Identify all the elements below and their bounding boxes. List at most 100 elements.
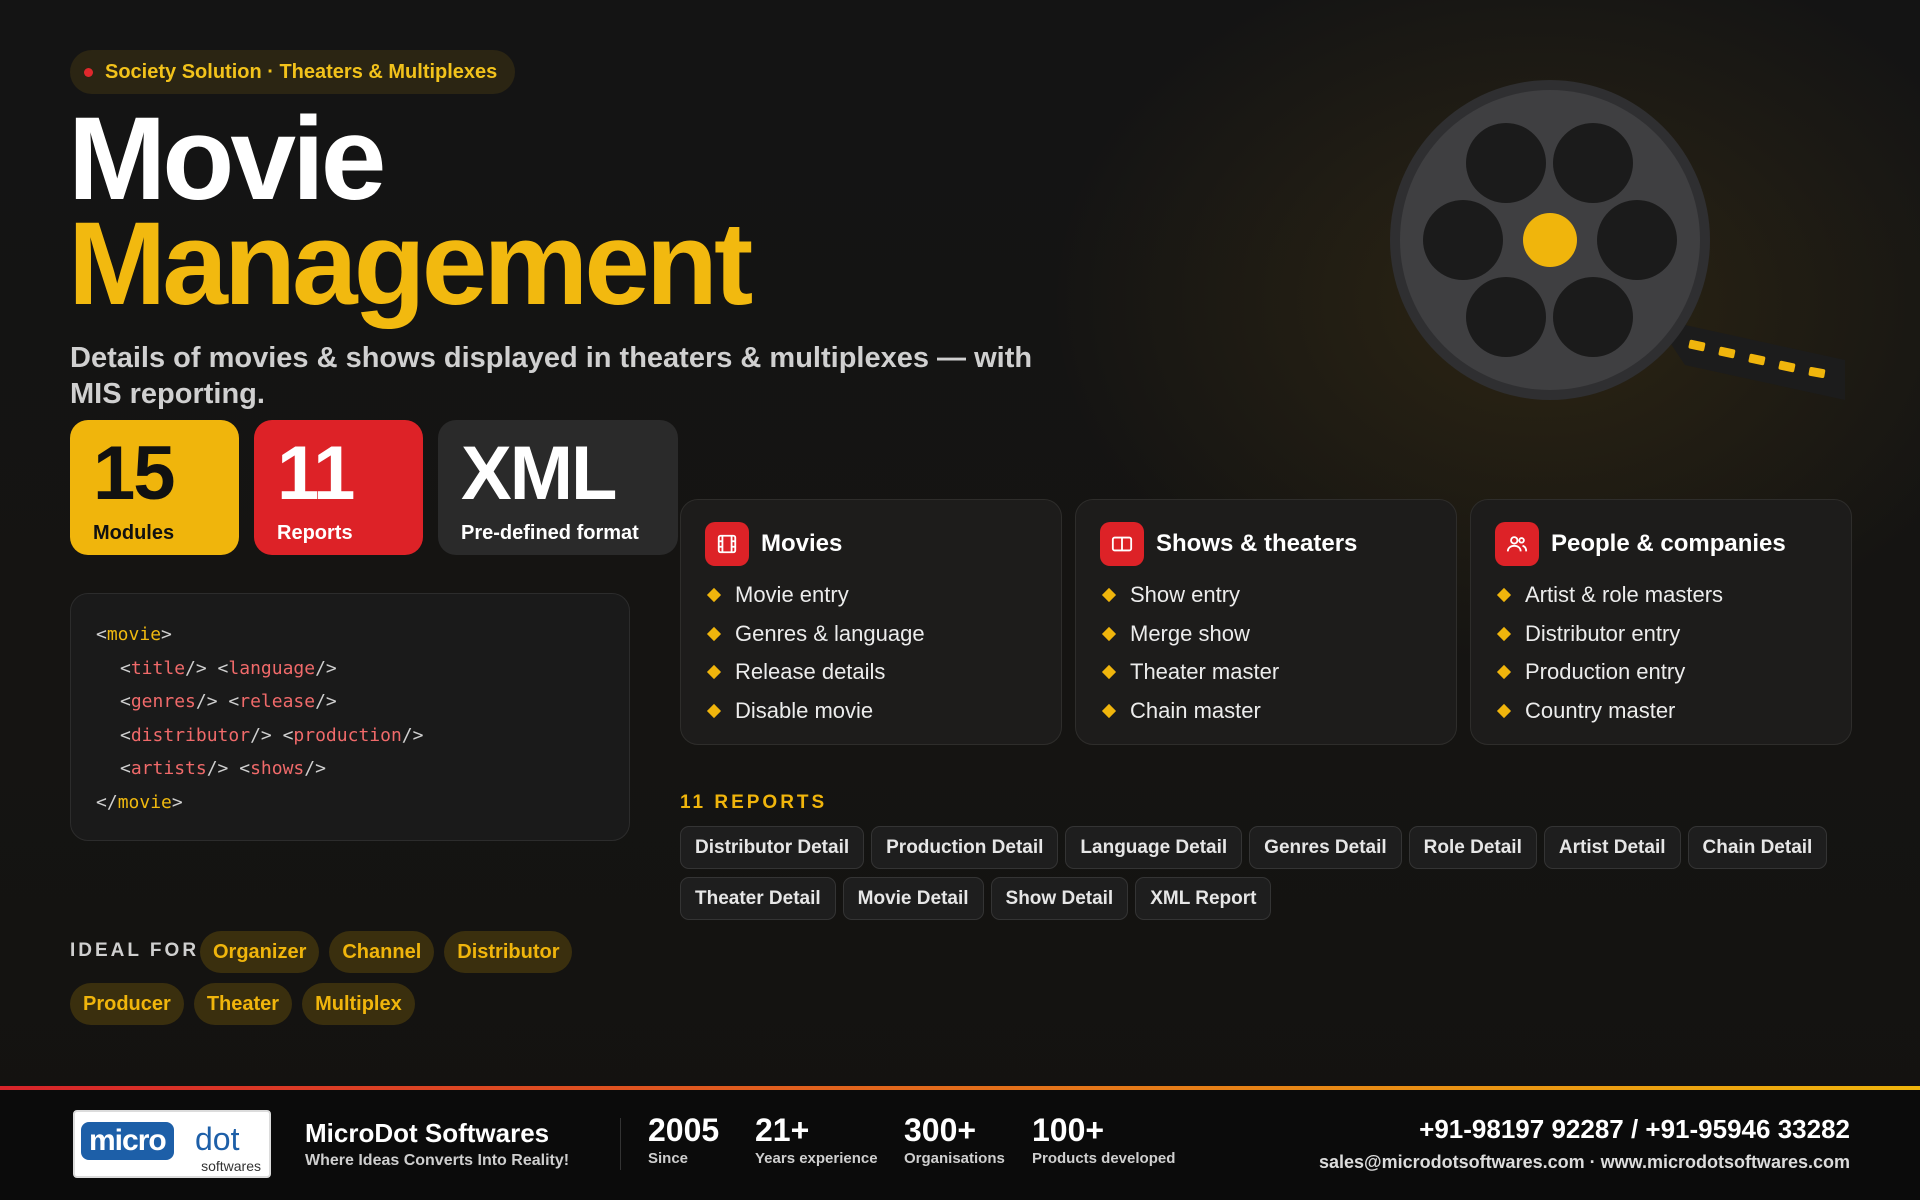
contact-phone[interactable]: +91-98197 92287 / +91-95946 33282 bbox=[1419, 1114, 1850, 1145]
list-item-text: Genres & language bbox=[735, 620, 925, 646]
microdot-logo: micro dot softwares bbox=[73, 1110, 271, 1178]
reports-chip-list: Distributor Detail Production Detail Lan… bbox=[680, 826, 1860, 920]
report-chip[interactable]: Movie Detail bbox=[842, 877, 984, 920]
report-chip[interactable]: Artist Detail bbox=[1543, 826, 1681, 869]
report-chip[interactable]: Language Detail bbox=[1065, 826, 1243, 869]
list-item: Artist & role masters bbox=[1495, 576, 1827, 615]
footer-stat-value: 2005 bbox=[648, 1112, 720, 1148]
audience-pill: Distributor bbox=[444, 931, 573, 973]
category-badge: Society Solution · Theaters & Multiplexe… bbox=[70, 50, 516, 94]
card-title: Movies bbox=[761, 530, 843, 557]
card-title: Shows & theaters bbox=[1156, 530, 1358, 557]
report-chip[interactable]: Production Detail bbox=[871, 826, 1059, 869]
list-item-text: Artist & role masters bbox=[1525, 582, 1724, 608]
contact-email-website[interactable]: sales@microdotsoftwares.com · www.microd… bbox=[1319, 1152, 1850, 1173]
people-icon bbox=[1495, 522, 1539, 566]
list-item-text: Theater master bbox=[1130, 659, 1280, 685]
feature-card-shows-theaters: Shows & theaters Show entry Merge show T… bbox=[1075, 499, 1457, 745]
stat-tile-label: Modules bbox=[93, 522, 175, 544]
report-chip[interactable]: Distributor Detail bbox=[680, 826, 865, 869]
bullet-icon bbox=[1496, 626, 1512, 641]
list-item-text: Release details bbox=[735, 659, 886, 685]
list-item-text: Chain master bbox=[1130, 697, 1261, 723]
card-header: Movies bbox=[705, 522, 1037, 566]
footer-stat-label: Years experience bbox=[755, 1150, 878, 1167]
bullet-icon bbox=[1496, 588, 1512, 603]
audience-pill: Multiplex bbox=[302, 983, 415, 1025]
feature-card-people-companies: People & companies Artist & role masters… bbox=[1470, 499, 1852, 745]
code-line: <title/> <language/> bbox=[120, 657, 337, 679]
logo-dot: dot bbox=[195, 1121, 240, 1157]
logo-micro: micro bbox=[81, 1122, 174, 1160]
code-line: <artists/> <shows/> bbox=[120, 758, 326, 779]
list-item: Genres & language bbox=[705, 615, 1037, 654]
stat-tile-format: XML Pre-defined format bbox=[438, 420, 678, 555]
film-icon bbox=[705, 522, 749, 566]
code-tag: production bbox=[293, 724, 402, 746]
report-chip[interactable]: Genres Detail bbox=[1249, 826, 1402, 869]
audience-pill: Theater bbox=[193, 983, 293, 1025]
film-strip bbox=[1655, 320, 1845, 400]
report-chip[interactable]: Theater Detail bbox=[680, 877, 836, 920]
bullet-icon bbox=[706, 626, 722, 641]
page-title-line2: Management bbox=[68, 198, 753, 330]
card-list: Artist & role masters Distributor entry … bbox=[1495, 576, 1827, 730]
footer-stat-value: 300+ bbox=[904, 1112, 977, 1148]
report-chip[interactable]: Show Detail bbox=[990, 877, 1129, 920]
card-header: People & companies bbox=[1495, 522, 1827, 566]
stat-tile-reports: 11 Reports bbox=[254, 420, 423, 555]
list-item: Distributor entry bbox=[1495, 615, 1827, 654]
code-tag: shows bbox=[250, 758, 305, 779]
report-chip[interactable]: Role Detail bbox=[1408, 826, 1537, 869]
report-chip[interactable]: Chain Detail bbox=[1687, 826, 1828, 869]
reports-heading: 11 REPORTS bbox=[680, 792, 828, 813]
code-line: <genres/> <release/> bbox=[120, 691, 337, 712]
report-chip[interactable]: XML Report bbox=[1135, 877, 1272, 920]
code-tag: language bbox=[228, 657, 316, 679]
bullet-icon bbox=[1101, 703, 1117, 718]
list-item-text: Show entry bbox=[1130, 582, 1241, 608]
code-tag: distributor bbox=[130, 724, 251, 746]
card-list: Movie entry Genres & language Release de… bbox=[705, 576, 1037, 730]
code-tag: genres bbox=[130, 691, 196, 712]
list-item-text: Movie entry bbox=[735, 582, 849, 608]
footer-stat-label: Organisations bbox=[904, 1150, 1005, 1167]
card-title: People & companies bbox=[1551, 530, 1786, 557]
stat-tile-modules: 15 Modules bbox=[70, 420, 239, 555]
stat-tile-label: Pre-defined format bbox=[461, 522, 639, 544]
code-line: <distributor/> <production/> bbox=[120, 724, 424, 746]
bullet-icon bbox=[706, 703, 722, 718]
xml-code-snippet: <movie> <title/> <language/> <genres/> <… bbox=[70, 593, 630, 841]
list-item: Production entry bbox=[1495, 653, 1827, 692]
list-item: Disable movie bbox=[705, 692, 1037, 731]
list-item-text: Distributor entry bbox=[1525, 620, 1681, 646]
footer-stat-label: Products developed bbox=[1032, 1150, 1176, 1167]
card-list: Show entry Merge show Theater master Cha… bbox=[1100, 576, 1432, 730]
code-tag: release bbox=[239, 691, 316, 712]
footer-stat-products: 100+ Products developed bbox=[1032, 1112, 1175, 1167]
bullet-icon bbox=[1496, 703, 1512, 718]
company-tagline: Where Ideas Converts Into Reality! bbox=[305, 1152, 570, 1169]
bullet-icon bbox=[1496, 665, 1512, 680]
bullet-icon bbox=[706, 665, 722, 680]
stat-tile-label: Reports bbox=[277, 522, 353, 544]
card-header: Shows & theaters bbox=[1100, 522, 1432, 566]
footer-stat-experience: 21+ Years experience bbox=[755, 1112, 878, 1167]
code-tag: title bbox=[130, 657, 186, 679]
code-line: </movie> bbox=[96, 791, 183, 813]
footer-stat-value: 100+ bbox=[1032, 1112, 1105, 1148]
bullet-icon bbox=[706, 588, 722, 603]
audience-pill: Organizer bbox=[200, 931, 320, 973]
logo-softwares: softwares bbox=[201, 1158, 261, 1174]
footer-divider bbox=[620, 1118, 621, 1170]
code-tag: movie bbox=[106, 624, 162, 645]
feature-card-movies: Movies Movie entry Genres & language Rel… bbox=[680, 499, 1062, 745]
list-item: Chain master bbox=[1100, 692, 1432, 731]
ideal-for-row-2: Producer Theater Multiplex bbox=[70, 983, 415, 1025]
page-subtitle: Details of movies & shows displayed in t… bbox=[70, 342, 1033, 410]
code-line: <movie> bbox=[96, 624, 172, 645]
footer-stat-label: Since bbox=[648, 1150, 689, 1167]
footer-stat-value: 21+ bbox=[755, 1112, 810, 1148]
list-item: Movie entry bbox=[705, 576, 1037, 615]
list-item: Release details bbox=[705, 653, 1037, 692]
